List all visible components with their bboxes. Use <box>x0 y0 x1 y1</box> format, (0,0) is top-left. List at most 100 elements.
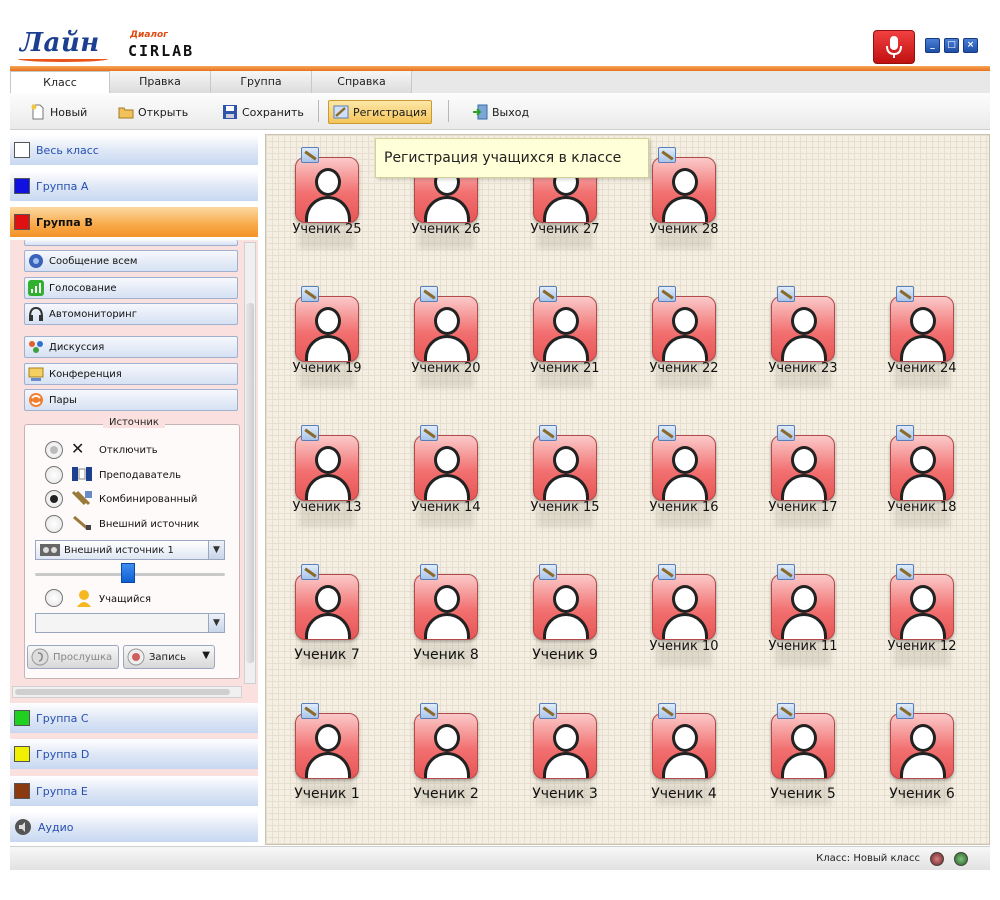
student-tile[interactable]: Ученик 23 <box>753 286 853 396</box>
microphone-button[interactable] <box>873 30 915 64</box>
student-tile[interactable]: Ученик 17 <box>753 425 853 535</box>
student-tile[interactable]: Ученик 28 <box>634 147 734 257</box>
vertical-scroll-thumb[interactable] <box>246 303 254 663</box>
sidebar-item-group-b[interactable]: Группа B <box>10 207 258 237</box>
edit-pencil-icon[interactable] <box>420 703 438 719</box>
student-tile[interactable]: Ученик 3 <box>515 703 615 813</box>
student-tile[interactable]: Ученик 19 <box>277 286 377 396</box>
student-tile[interactable]: Ученик 11 <box>753 564 853 674</box>
automonitoring-button[interactable]: Автомониторинг <box>24 303 238 325</box>
new-button[interactable]: Новый <box>26 100 91 124</box>
open-button[interactable]: Открыть <box>114 100 192 124</box>
discussion-button[interactable]: Дискуссия <box>24 336 238 358</box>
save-button[interactable]: Сохранить <box>218 100 308 124</box>
tab-edit[interactable]: Правка <box>110 71 211 93</box>
record-button[interactable]: Запись ▼ <box>123 645 215 669</box>
edit-pencil-icon[interactable] <box>777 703 795 719</box>
edit-pencil-icon[interactable] <box>658 286 676 302</box>
close-button[interactable]: × <box>963 38 978 53</box>
sidebar-item-group-d[interactable]: Группа D <box>10 739 258 769</box>
student-tile[interactable]: Ученик 10 <box>634 564 734 674</box>
panel-vertical-scrollbar[interactable] <box>244 242 256 684</box>
sidebar-item-group-c[interactable]: Группа C <box>10 703 258 733</box>
chevron-down-icon[interactable]: ▼ <box>208 614 224 632</box>
edit-pencil-icon[interactable] <box>539 286 557 302</box>
edit-pencil-icon[interactable] <box>658 147 676 163</box>
external-source-select[interactable]: Внешний источник 1 ▼ <box>35 540 225 560</box>
edit-pencil-icon[interactable] <box>896 425 914 441</box>
radio-student[interactable] <box>45 589 63 607</box>
student-tile[interactable]: Ученик 14 <box>396 425 496 535</box>
edit-pencil-icon[interactable] <box>539 564 557 580</box>
listen-button[interactable]: Прослушка <box>27 645 119 669</box>
sidebar-item-group-a[interactable]: Группа A <box>10 171 258 201</box>
minimize-button[interactable]: _ <box>925 38 940 53</box>
edit-pencil-icon[interactable] <box>658 564 676 580</box>
student-tile[interactable]: Ученик 15 <box>515 425 615 535</box>
chevron-down-icon[interactable]: ▼ <box>208 541 224 559</box>
edit-pencil-icon[interactable] <box>777 425 795 441</box>
panel-horizontal-scrollbar[interactable] <box>12 686 242 698</box>
edit-pencil-icon[interactable] <box>658 703 676 719</box>
edit-pencil-icon[interactable] <box>896 286 914 302</box>
student-tile[interactable]: Ученик 21 <box>515 286 615 396</box>
radio-disable[interactable] <box>45 441 63 459</box>
student-tile[interactable]: Ученик 2 <box>396 703 496 813</box>
voting-button[interactable]: Голосование <box>24 277 238 299</box>
edit-pencil-icon[interactable] <box>301 147 319 163</box>
tab-help[interactable]: Справка <box>312 71 412 93</box>
edit-pencil-icon[interactable] <box>301 564 319 580</box>
maximize-button[interactable]: □ <box>944 38 959 53</box>
student-tile[interactable]: Ученик 22 <box>634 286 734 396</box>
edit-pencil-icon[interactable] <box>896 703 914 719</box>
student-tile[interactable]: Ученик 4 <box>634 703 734 813</box>
edit-pencil-icon[interactable] <box>420 286 438 302</box>
person-head-icon <box>315 446 341 474</box>
student-tile[interactable]: Ученик 25 <box>277 147 377 257</box>
register-button[interactable]: Регистрация <box>328 100 432 124</box>
edit-pencil-icon[interactable] <box>658 425 676 441</box>
student-tile[interactable]: Ученик 13 <box>277 425 377 535</box>
student-tile[interactable]: Ученик 16 <box>634 425 734 535</box>
volume-slider-thumb[interactable] <box>121 563 135 583</box>
student-tile[interactable]: Ученик 12 <box>872 564 972 674</box>
sidebar-item-label: Весь класс <box>36 143 99 157</box>
student-tile[interactable]: Ученик 20 <box>396 286 496 396</box>
person-body-icon <box>543 335 589 361</box>
student-tile[interactable]: Ученик 18 <box>872 425 972 535</box>
student-name: Ученик 1 <box>294 786 360 802</box>
horizontal-scroll-thumb[interactable] <box>15 689 230 695</box>
tab-class[interactable]: Класс <box>10 71 110 93</box>
exit-button[interactable]: Выход <box>468 100 533 124</box>
edit-pencil-icon[interactable] <box>420 564 438 580</box>
chevron-down-icon[interactable]: ▼ <box>202 650 210 661</box>
edit-pencil-icon[interactable] <box>420 425 438 441</box>
radio-external[interactable] <box>45 515 63 533</box>
student-tile[interactable]: Ученик 8 <box>396 564 496 674</box>
tab-group[interactable]: Группа <box>211 71 312 93</box>
student-tile[interactable]: Ученик 6 <box>872 703 972 813</box>
sidebar-item-audio[interactable]: Аудио <box>10 812 258 842</box>
edit-pencil-icon[interactable] <box>301 286 319 302</box>
edit-pencil-icon[interactable] <box>539 425 557 441</box>
edit-pencil-icon[interactable] <box>777 564 795 580</box>
radio-combined[interactable] <box>45 490 63 508</box>
student-tile[interactable]: Ученик 5 <box>753 703 853 813</box>
edit-pencil-icon[interactable] <box>301 425 319 441</box>
message-all-button[interactable]: Сообщение всем <box>24 250 238 272</box>
edit-pencil-icon[interactable] <box>777 286 795 302</box>
sidebar-item-whole-class[interactable]: Весь класс <box>10 135 258 165</box>
student-tile[interactable]: Ученик 1 <box>277 703 377 813</box>
radio-teacher[interactable] <box>45 466 63 484</box>
pairs-button[interactable]: Пары <box>24 389 238 411</box>
conference-button[interactable]: Конференция <box>24 363 238 385</box>
student-tile[interactable]: Ученик 7 <box>277 564 377 674</box>
sidebar-item-group-e[interactable]: Группа E <box>10 776 258 806</box>
edit-pencil-icon[interactable] <box>896 564 914 580</box>
person-head-icon <box>315 168 341 196</box>
student-tile[interactable]: Ученик 9 <box>515 564 615 674</box>
student-select[interactable]: ▼ <box>35 613 225 633</box>
student-tile[interactable]: Ученик 24 <box>872 286 972 396</box>
edit-pencil-icon[interactable] <box>301 703 319 719</box>
edit-pencil-icon[interactable] <box>539 703 557 719</box>
